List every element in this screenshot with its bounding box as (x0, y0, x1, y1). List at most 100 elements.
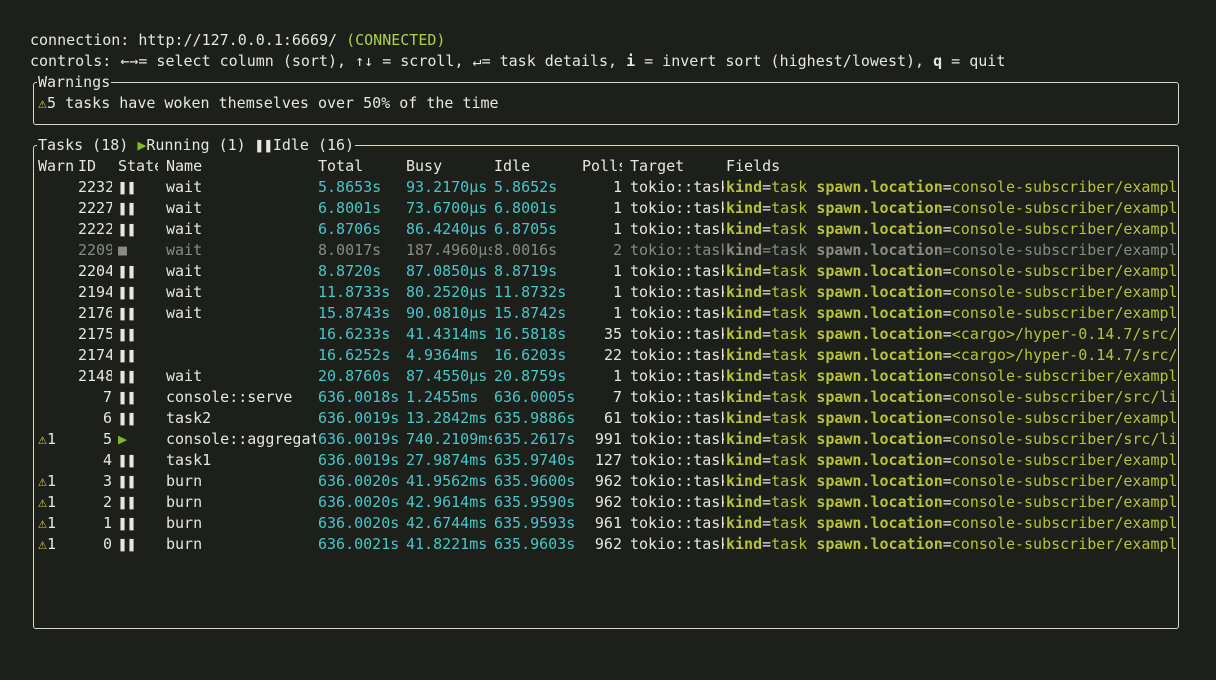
field-sep: = (942, 388, 952, 406)
busy-cell: 80.2520µs (406, 283, 488, 301)
column-header-id[interactable]: ID (78, 156, 96, 177)
warn-count: 1 (47, 493, 57, 511)
fields-cell: kind=task spawn.location=console-subscri… (726, 492, 1176, 513)
field-kind-value: task (771, 241, 808, 259)
total-cell: 6.8001s (318, 199, 382, 217)
column-header-name[interactable]: Name (166, 156, 316, 177)
field-sep: = (942, 178, 952, 196)
field-kind-key: kind (726, 241, 763, 259)
field-location-value: console-subscriber/examples/app (951, 451, 1176, 469)
table-row[interactable]: ⚠1 5 ▶ console::aggregate 636.0019s 740.… (38, 429, 1176, 450)
idle-cell: 5.8652s (494, 178, 558, 196)
table-row[interactable]: 2194 ❚❚ wait 11.8733s 80.2520µs 11.8732s… (38, 282, 1176, 303)
field-kind-key: kind (726, 493, 763, 511)
field-sep: = (762, 283, 772, 301)
target-cell: tokio::task (630, 409, 724, 427)
column-header-fields[interactable]: Fields (726, 156, 1176, 177)
table-row[interactable]: 2176 ❚❚ wait 15.8743s 90.0810µs 15.8742s… (38, 303, 1176, 324)
total-cell: 636.0021s (318, 535, 400, 553)
table-row[interactable]: ⚠1 0 ❚❚ burn 636.0021s 41.8221ms 635.960… (38, 534, 1176, 555)
polls-cell: 35 (603, 325, 622, 343)
field-location-value: console-subscriber/examples/app (951, 262, 1176, 280)
table-row[interactable]: 2209 ■ wait 8.0017s 187.4960µs 8.0016s 2… (38, 240, 1176, 261)
field-sep: = (942, 220, 952, 238)
table-row[interactable]: 2232 ❚❚ wait 5.8653s 93.2170µs 5.8652s 1… (38, 177, 1176, 198)
fields-cell: kind=task spawn.location=<cargo>/hyper-0… (726, 324, 1176, 345)
polls-cell: 2 (612, 241, 622, 259)
table-row[interactable]: 4 ❚❚ task1 636.0019s 27.9874ms 635.9740s… (38, 450, 1176, 471)
column-header-idle[interactable]: Idle (494, 156, 580, 177)
column-header-state[interactable]: State (118, 156, 158, 177)
table-row[interactable]: 2148 ❚❚ wait 20.8760s 87.4550µs 20.8759s… (38, 366, 1176, 387)
controls-scroll-text: = scroll, (373, 52, 473, 70)
pause-icon: ❚❚ (118, 178, 137, 196)
connection-status: (CONNECTED) (346, 31, 446, 49)
busy-cell: 87.4550µs (406, 367, 488, 385)
table-row[interactable]: ⚠1 3 ❚❚ burn 636.0020s 41.9562ms 635.960… (38, 471, 1176, 492)
field-location-value: console-subscriber/src/lib.rs:5 (951, 388, 1176, 406)
target-cell: tokio::task (630, 451, 724, 469)
name-cell: burn (166, 514, 203, 532)
target-cell: tokio::task (630, 304, 724, 322)
polls-cell: 1 (612, 262, 622, 280)
field-sep: = (942, 514, 952, 532)
controls-line: controls: ←→= select column (sort), ↑↓ =… (30, 51, 1005, 72)
invert-key: i (626, 52, 636, 70)
field-kind-value: task (771, 493, 808, 511)
polls-cell: 961 (594, 514, 622, 532)
warn-cell: ⚠1 (38, 534, 78, 555)
total-cell: 16.6252s (318, 346, 391, 364)
busy-cell: 4.9364ms (406, 346, 479, 364)
polls-cell: 1 (612, 283, 622, 301)
field-sep: = (942, 430, 952, 448)
total-cell: 636.0019s (318, 430, 400, 448)
field-location-value: <cargo>/hyper-0.14.7/src/common (951, 325, 1176, 343)
left-right-arrows-icon: ←→ (120, 52, 139, 70)
table-row[interactable]: 2175 ❚❚ 16.6233s 41.4314ms 16.5818s 35 t… (38, 324, 1176, 345)
column-header-target[interactable]: Target (630, 156, 724, 177)
field-kind-value: task (771, 514, 808, 532)
field-sep: = (762, 409, 772, 427)
column-header-total[interactable]: Total (318, 156, 404, 177)
fields-cell: kind=task spawn.location=console-subscri… (726, 534, 1176, 555)
table-row[interactable]: 2227 ❚❚ wait 6.8001s 73.6700µs 6.8001s 1… (38, 198, 1176, 219)
field-sep: = (762, 325, 772, 343)
table-row[interactable]: ⚠1 2 ❚❚ burn 636.0020s 42.9614ms 635.959… (38, 492, 1176, 513)
table-row[interactable]: 2204 ❚❚ wait 8.8720s 87.0850µs 8.8719s 1… (38, 261, 1176, 282)
idle-cell: 635.2617s (494, 430, 576, 448)
column-header-busy[interactable]: Busy (406, 156, 492, 177)
target-cell: tokio::task (630, 283, 724, 301)
field-location-key: spawn.location (816, 241, 943, 259)
field-location-key: spawn.location (816, 409, 943, 427)
column-header-warn[interactable]: Warn (38, 156, 78, 177)
field-location-key: spawn.location (816, 262, 943, 280)
column-header-polls[interactable]: Polls (582, 156, 622, 177)
id-cell: 2 (102, 493, 112, 511)
tasks-title: Tasks (18) ▶Running (1) ❚❚Idle (16) (37, 135, 356, 156)
warn-cell: ⚠1 (38, 492, 78, 513)
polls-cell: 127 (594, 451, 622, 469)
id-cell: 2175 (78, 325, 112, 343)
warning-text: 5 tasks have woken themselves over 50% o… (47, 94, 499, 112)
controls-invert-text: = invert sort (highest/lowest), (635, 52, 934, 70)
table-row[interactable]: ⚠1 1 ❚❚ burn 636.0020s 42.6744ms 635.959… (38, 513, 1176, 534)
warning-icon: ⚠ (38, 94, 48, 112)
field-sep: = (942, 535, 952, 553)
warning-icon: ⚠ (38, 514, 48, 532)
target-cell: tokio::task (630, 220, 724, 238)
table-row[interactable]: 2222 ❚❚ wait 6.8706s 86.4240µs 6.8705s 1… (38, 219, 1176, 240)
warnings-title: Warnings (37, 72, 112, 93)
field-location-key: spawn.location (816, 493, 943, 511)
table-row[interactable]: 2174 ❚❚ 16.6252s 4.9364ms 16.6203s 22 to… (38, 345, 1176, 366)
name-cell: console::serve (166, 388, 293, 406)
table-row[interactable]: 6 ❚❚ task2 636.0019s 13.2842ms 635.9886s… (38, 408, 1176, 429)
target-cell: tokio::task (630, 241, 724, 259)
pause-icon: ❚❚ (118, 262, 137, 280)
table-row[interactable]: 7 ❚❚ console::serve 636.0018s 1.2455ms 6… (38, 387, 1176, 408)
field-kind-value: task (771, 409, 808, 427)
total-cell: 15.8743s (318, 304, 391, 322)
target-cell: tokio::task (630, 472, 724, 490)
field-kind-key: kind (726, 430, 763, 448)
warning-item: ⚠5 tasks have woken themselves over 50% … (38, 93, 499, 114)
id-cell: 6 (102, 409, 112, 427)
